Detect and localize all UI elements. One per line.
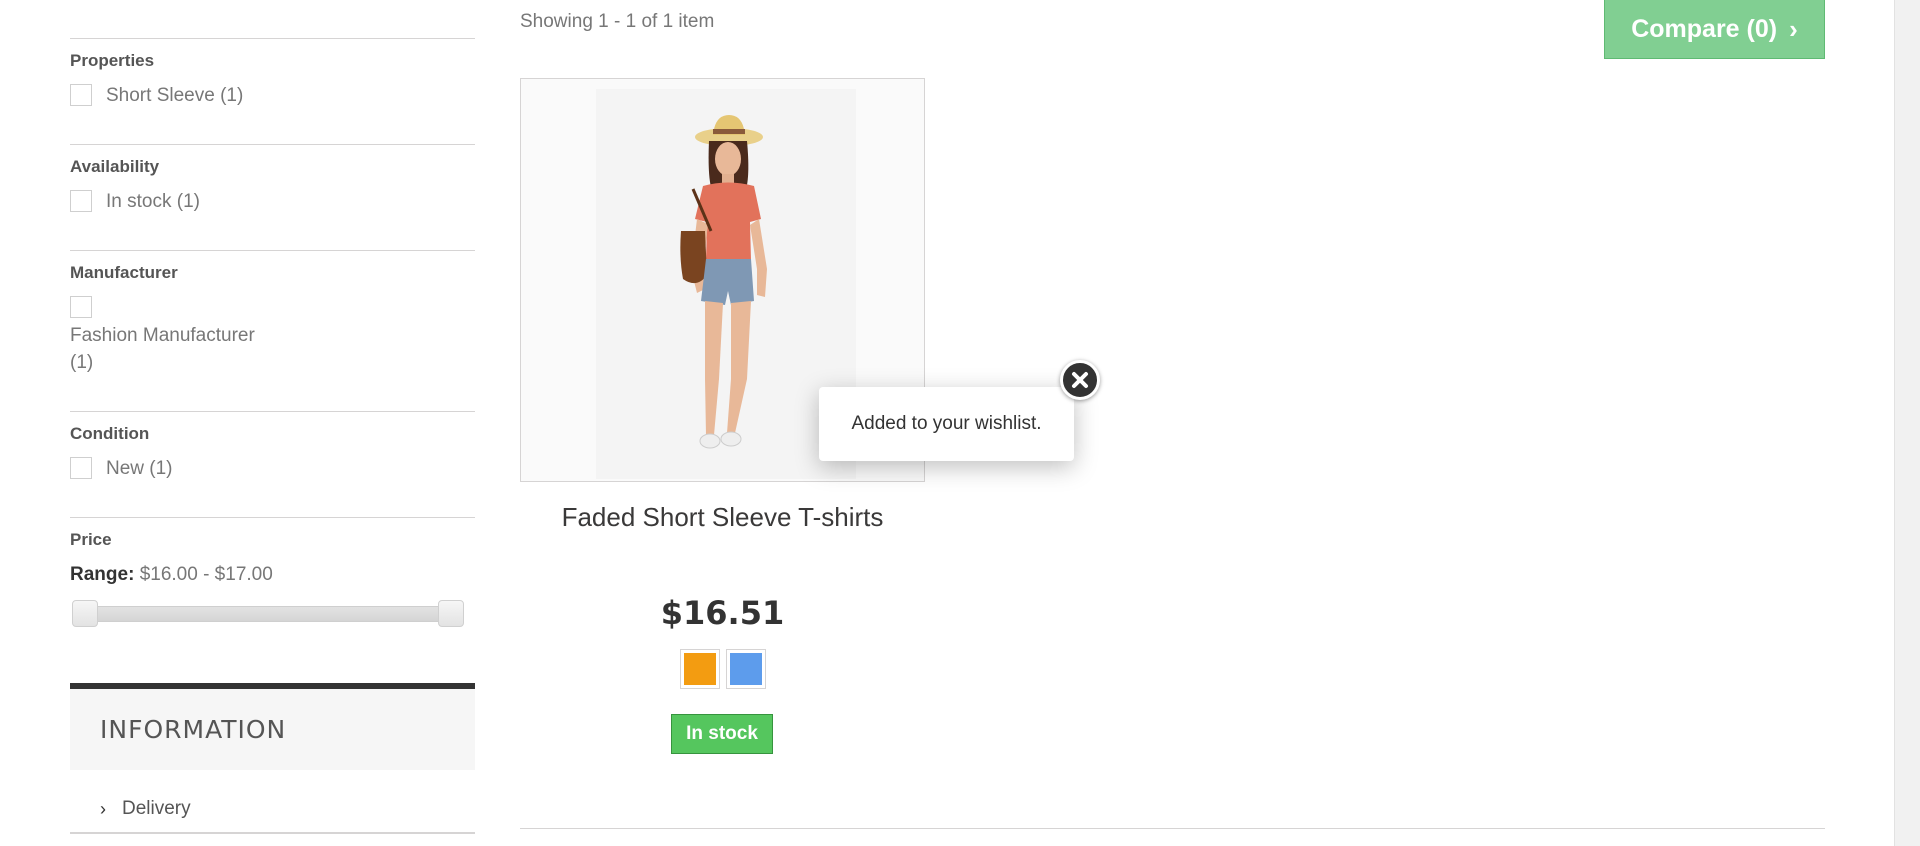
filter-option-short-sleeve[interactable]: Short Sleeve (1) bbox=[70, 84, 475, 108]
information-block: INFORMATION › Delivery bbox=[70, 683, 475, 834]
compare-button-label[interactable]: Compare (0) bbox=[1631, 15, 1777, 44]
filter-option-fashion-manufacturer[interactable]: Fashion Manufacturer (1) bbox=[70, 296, 475, 375]
color-swatch-orange[interactable] bbox=[680, 649, 720, 689]
in-stock-checkbox[interactable] bbox=[70, 190, 92, 212]
page-scrollbar[interactable] bbox=[1894, 0, 1920, 846]
information-title: INFORMATION bbox=[100, 715, 287, 744]
divider bbox=[70, 411, 475, 412]
product-name[interactable]: Faded Short Sleeve T-shirts bbox=[520, 502, 925, 533]
new-condition-checkbox[interactable] bbox=[70, 457, 92, 479]
chevron-right-icon: › bbox=[100, 798, 106, 819]
filter-option-label[interactable]: New (1) bbox=[106, 457, 173, 481]
filter-availability: Availability In stock (1) bbox=[70, 157, 475, 214]
divider bbox=[70, 517, 475, 518]
price-range-value: $16.00 - $17.00 bbox=[139, 564, 273, 585]
divider bbox=[70, 38, 475, 39]
filter-option-new[interactable]: New (1) bbox=[70, 457, 475, 481]
filter-option-label[interactable]: Short Sleeve (1) bbox=[106, 84, 243, 108]
filter-title-manufacturer: Manufacturer bbox=[70, 263, 178, 282]
filter-title-availability: Availability bbox=[70, 157, 160, 176]
filter-option-in-stock[interactable]: In stock (1) bbox=[70, 190, 475, 214]
filter-title-condition: Condition bbox=[70, 424, 150, 443]
price-slider-max-handle[interactable] bbox=[438, 600, 464, 627]
swatch-fill[interactable] bbox=[684, 653, 716, 685]
stock-status-badge: In stock bbox=[671, 714, 773, 754]
price-range-label: Range: bbox=[70, 564, 135, 585]
close-icon-glyph[interactable] bbox=[1069, 369, 1091, 391]
price-slider-track[interactable] bbox=[72, 606, 462, 622]
filter-title-properties: Properties bbox=[70, 51, 155, 70]
short-sleeve-checkbox[interactable] bbox=[70, 84, 92, 106]
filter-title-price: Price bbox=[70, 530, 112, 549]
filter-option-count[interactable]: (1) bbox=[70, 351, 475, 375]
fashion-manufacturer-checkbox[interactable] bbox=[70, 296, 92, 318]
information-item-label[interactable]: Delivery bbox=[122, 798, 191, 820]
information-header: INFORMATION bbox=[70, 689, 475, 770]
filter-properties: Properties Short Sleeve (1) bbox=[70, 51, 475, 108]
filter-option-label[interactable]: In stock (1) bbox=[106, 190, 200, 214]
color-swatches bbox=[680, 649, 766, 689]
filter-price: Price Range: $16.00 - $17.00 bbox=[70, 530, 475, 586]
swatch-fill[interactable] bbox=[730, 653, 762, 685]
divider bbox=[70, 144, 475, 145]
close-icon[interactable] bbox=[1060, 360, 1100, 400]
compare-button[interactable]: Compare (0) › bbox=[1604, 0, 1825, 59]
divider bbox=[70, 832, 475, 834]
wishlist-popup: Added to your wishlist. bbox=[819, 387, 1074, 461]
filter-manufacturer: Manufacturer Fashion Manufacturer (1) bbox=[70, 263, 475, 375]
divider bbox=[520, 828, 1825, 829]
color-swatch-blue[interactable] bbox=[726, 649, 766, 689]
price-slider-min-handle[interactable] bbox=[72, 600, 98, 627]
divider bbox=[70, 250, 475, 251]
filter-option-label[interactable]: Fashion Manufacturer bbox=[70, 324, 475, 348]
chevron-right-icon: › bbox=[1789, 13, 1798, 44]
filter-condition: Condition New (1) bbox=[70, 424, 475, 481]
price-range: Range: $16.00 - $17.00 bbox=[70, 564, 475, 586]
product-count: Showing 1 - 1 of 1 item bbox=[520, 11, 715, 32]
product-price: $16.51 bbox=[660, 594, 785, 632]
wishlist-popup-message: Added to your wishlist. bbox=[851, 413, 1042, 434]
information-item-delivery[interactable]: › Delivery bbox=[100, 798, 191, 820]
